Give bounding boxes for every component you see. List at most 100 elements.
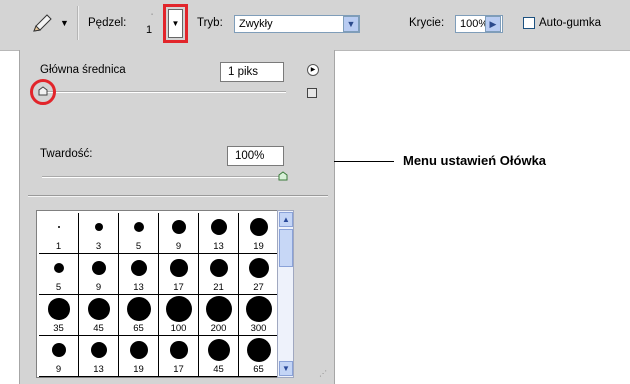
save-brush-icon[interactable] [307,88,317,98]
brush-preset-cell[interactable]: 65 [239,336,279,377]
brush-tip-preview [246,337,272,363]
panel-divider [28,195,328,197]
brush-preset-cell[interactable]: 5 [119,213,159,254]
brush-size-label: 27 [253,282,264,293]
resize-grip-icon[interactable]: ⋰ [319,370,329,380]
brush-size-label: 9 [95,282,102,293]
brush-size-label: 9 [55,364,62,375]
brush-size-label: 1 [55,241,62,252]
diameter-label: Główna średnica [40,64,126,76]
brush-preset-cell[interactable]: 3 [79,213,119,254]
brush-tip-preview [170,259,188,277]
diameter-input[interactable]: 1 piks [220,62,284,82]
brush-tip-preview [207,338,231,362]
diameter-slider-track[interactable] [42,91,286,93]
brush-size-label: 9 [175,241,182,252]
pencil-tool-icon[interactable] [30,13,54,35]
brush-tip-preview [53,262,65,274]
chevron-down-icon: ▼ [168,9,183,38]
brush-size-label: 3 [95,241,102,252]
autoerase-checkbox[interactable] [523,17,535,29]
brush-tip-preview [209,258,229,278]
brush-size-label: 21 [213,282,224,293]
brush-size-label: 45 [213,364,224,375]
brush-size-label: 13 [133,282,144,293]
brush-preset-cell[interactable]: 9 [79,254,119,295]
hardness-slider-thumb[interactable] [278,171,288,181]
brush-preset-cell[interactable]: 200 [199,295,239,336]
brush-picker-button[interactable]: ▼ [163,4,188,43]
brush-size-label: 200 [210,323,227,334]
brush-preset-cell[interactable]: 13 [119,254,159,295]
brush-preset-cell[interactable]: 21 [199,254,239,295]
mode-dropdown-icon[interactable]: ▼ [343,16,359,32]
hardness-label: Twardość: [40,148,93,160]
brush-preset-cell[interactable]: 19 [119,336,159,377]
scroll-thumb[interactable] [279,229,293,267]
brush-tip-preview [48,298,70,320]
brush-size-label: 19 [253,241,264,252]
brush-size-label: 13 [213,241,224,252]
opacity-slider-arrow-icon[interactable]: ▶ [485,16,501,32]
opacity-label: Krycie: [409,17,445,29]
brush-tip-preview [133,221,145,233]
mode-select[interactable]: Zwykły [234,15,360,33]
brush-tip-preview [170,341,188,359]
brush-preset-cell[interactable]: 19 [239,213,279,254]
brush-preset-cell[interactable]: 17 [159,336,199,377]
brush-picker-panel: Główna średnica 1 piks ▶ Twardość: 100% … [19,50,335,384]
brush-preset-grid: 1 3 5 9 13 19 5 9 13 17 21 27 35 45 65 100 200 300 9 13 19 17… [36,210,290,378]
brush-preset-cell[interactable]: 5 [39,254,79,295]
brush-size-label: 5 [55,282,62,293]
brush-size-label: 100 [170,323,187,334]
brush-size-label: 35 [53,323,64,334]
brush-tip-preview [129,340,149,360]
panel-menu-icon[interactable]: ▶ [307,64,319,76]
brush-size-value: 1 [146,24,153,36]
brush-tip-preview [87,297,111,321]
brush-preset-cell[interactable]: 27 [239,254,279,295]
callout-line [334,161,394,162]
brush-tip-preview [130,259,148,277]
brush-preset-cell[interactable]: 65 [119,295,159,336]
brush-preset-cell[interactable]: 9 [39,336,79,377]
brush-size-label: 17 [173,364,184,375]
brush-tip-preview [166,296,192,322]
brush-tip-preview [51,342,67,358]
options-toolbar: ▼ Pędzel: · 1 ▼ Tryb: Zwykły ▼ Krycie: 1… [0,0,630,51]
hardness-slider-track[interactable] [42,176,286,178]
diameter-slider-thumb[interactable] [38,86,48,96]
brush-size-label: 5 [135,241,142,252]
tool-preset-dropdown-icon[interactable]: ▼ [60,18,69,28]
callout-label: Menu ustawień Ołówka [403,153,547,168]
brush-tip-preview [246,296,272,322]
brush-tip-preview [249,258,269,278]
brush-preset-cell[interactable]: 35 [39,295,79,336]
brush-tip-preview [57,225,61,229]
brush-preset-cell[interactable]: 300 [239,295,279,336]
brush-preset-cell[interactable]: 1 [39,213,79,254]
brush-tip-preview [249,217,269,237]
brush-size-label: 45 [93,323,104,334]
brush-size-label: 13 [93,364,104,375]
brush-preset-cell[interactable]: 13 [79,336,119,377]
brush-preset-cell[interactable]: 45 [199,336,239,377]
brush-preset-cell[interactable]: 17 [159,254,199,295]
hardness-input[interactable]: 100% [227,146,284,166]
brush-size-label: 19 [133,364,144,375]
brush-preset-cell[interactable]: 13 [199,213,239,254]
brush-preset-cell[interactable]: 100 [159,295,199,336]
brush-preview: · [150,11,154,18]
scroll-down-icon[interactable]: ▼ [279,361,293,376]
brush-grid-scrollbar[interactable]: ▲ ▼ [277,210,294,378]
mode-label: Tryb: [197,17,223,29]
brush-tip-preview [90,341,108,359]
brush-size-label: 65 [133,323,144,334]
brush-label: Pędzel: [88,17,127,29]
scroll-up-icon[interactable]: ▲ [279,212,293,227]
brush-size-label: 65 [253,364,264,375]
brush-preset-cell[interactable]: 9 [159,213,199,254]
brush-tip-preview [171,219,187,235]
brush-tip-preview [94,222,104,232]
brush-preset-cell[interactable]: 45 [79,295,119,336]
